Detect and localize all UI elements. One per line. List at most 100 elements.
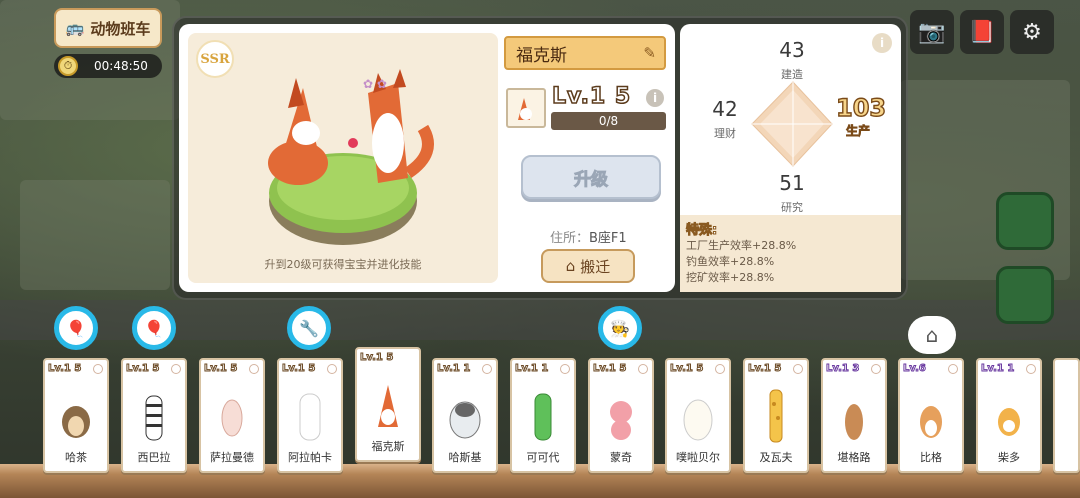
roster-card-selected[interactable]: Lv.1 5 福克斯 xyxy=(355,347,421,462)
chef-status-bubble[interactable]: 🧑‍🍳 xyxy=(598,306,642,350)
move-label: 搬迁 xyxy=(580,257,611,276)
side-building-button[interactable] xyxy=(996,192,1054,250)
card-name: 可可代 xyxy=(526,451,560,464)
camera-icon: 📷 xyxy=(918,19,946,45)
card-name: 萨拉曼德 xyxy=(210,451,254,464)
svg-text:✿ ✿: ✿ ✿ xyxy=(363,77,387,91)
location-pin-icon xyxy=(93,364,103,374)
card-level: Lv.1 5 xyxy=(359,352,394,364)
polar-bear-icon xyxy=(683,399,713,441)
upgrade-label: 升级 xyxy=(574,169,609,190)
salamander-icon xyxy=(221,399,243,437)
build-label: 建造 xyxy=(781,68,803,81)
crocodile-icon xyxy=(534,393,552,441)
roster-card[interactable]: Lv.1 5 西巴拉 xyxy=(121,358,187,473)
balloon-icon: 🎈 xyxy=(144,318,164,338)
finance-value: 42 xyxy=(712,97,738,121)
location-pin-icon xyxy=(948,364,958,374)
card-level: Lv.1 5 xyxy=(747,363,782,375)
experience-bar: 0/8 xyxy=(551,112,666,130)
shiba-icon xyxy=(998,408,1020,436)
stats-info-icon[interactable]: i xyxy=(872,33,892,53)
husky-icon xyxy=(449,401,481,439)
alpaca-icon xyxy=(299,393,321,441)
roster-card[interactable]: Lv.1 1 哈斯基 xyxy=(432,358,498,473)
tool-icon: 🔧 xyxy=(299,318,319,338)
card-name: 阿拉帕卡 xyxy=(288,451,332,464)
character-portrait xyxy=(506,88,546,128)
special-line: 挖矿效率+28.8% xyxy=(686,271,775,284)
special-line: 钓鱼效率+28.8% xyxy=(686,255,775,268)
card-name: 柴多 xyxy=(998,451,1020,464)
fox-illustration: ✿ ✿ xyxy=(268,69,434,245)
settings-button[interactable]: ⚙ xyxy=(1010,10,1054,54)
balloon-icon: 🎈 xyxy=(66,318,86,338)
timer-text: 00:48:50 xyxy=(94,59,148,73)
gear-icon: ⚙ xyxy=(1022,19,1042,45)
chef-hat-icon: 🧑‍🍳 xyxy=(610,318,630,338)
location-pin-icon xyxy=(793,364,803,374)
house-icon: ⌂ xyxy=(925,323,939,347)
card-level: Lv.1 1 xyxy=(514,363,549,375)
location-pin-icon xyxy=(327,364,337,374)
roster-card[interactable]: Lv.1 5 噗啦贝尔 xyxy=(665,358,731,473)
beagle-icon xyxy=(920,406,942,438)
build-value: 43 xyxy=(779,38,805,62)
roster-card-partial[interactable] xyxy=(1053,358,1080,473)
location-pin-icon xyxy=(560,364,570,374)
balloon-status-bubble[interactable]: 🎈 xyxy=(54,306,98,350)
roster-card[interactable]: Lv.1 1 可可代 xyxy=(510,358,576,473)
animal-bus-button[interactable]: 🚌 动物班车 xyxy=(54,8,162,48)
roster-card[interactable]: Lv.1 3 堪格路 xyxy=(821,358,887,473)
edit-pencil-icon[interactable]: ✎ xyxy=(643,44,656,62)
special-skills-panel: 特殊: 工厂生产效率+28.8% 钓鱼效率+28.8% 挖矿效率+28.8% xyxy=(680,215,901,292)
finance-label: 理财 xyxy=(714,127,736,140)
character-name: 福克斯 xyxy=(516,45,567,66)
giraffe-icon xyxy=(769,389,783,443)
monkey-icon xyxy=(610,401,632,440)
bus-label: 动物班车 xyxy=(90,19,151,38)
balloon-status-bubble[interactable]: 🎈 xyxy=(132,306,176,350)
experience-text: 0/8 xyxy=(598,114,619,128)
location-pin-icon xyxy=(171,364,181,374)
bus-timer: ⏱ 00:48:50 xyxy=(54,54,162,78)
book-button[interactable]: 📕 xyxy=(960,10,1004,54)
production-label: 生产 xyxy=(846,124,871,139)
roster-card[interactable]: Lv.1 5 阿拉帕卡 xyxy=(277,358,343,473)
work-status-bubble[interactable]: 🔧 xyxy=(287,306,331,350)
card-level: Lv.1 1 xyxy=(980,363,1015,375)
card-name: 西巴拉 xyxy=(137,451,171,464)
roster-card[interactable]: Lv.1 5 哈茶 xyxy=(43,358,109,473)
evolution-hint: 升到20级可获得宝宝并进化技能 xyxy=(264,258,422,271)
card-name: 福克斯 xyxy=(371,440,405,453)
house-status-bubble[interactable]: ⌂ xyxy=(908,316,956,354)
special-title: 特殊: xyxy=(686,223,718,239)
card-name: 哈斯基 xyxy=(448,451,482,464)
card-name: 噗啦贝尔 xyxy=(676,451,720,464)
roster-card[interactable]: Lv.6 比格 xyxy=(898,358,964,473)
bus-icon: 🚌 xyxy=(65,19,85,37)
camera-button[interactable]: 📷 xyxy=(910,10,954,54)
production-value: 103 xyxy=(835,93,887,122)
upgrade-button[interactable]: 升级 xyxy=(521,155,661,199)
side-vehicle-button[interactable] xyxy=(996,266,1054,324)
roster-card[interactable]: Lv.1 5 蒙奇 xyxy=(588,358,654,473)
card-level: Lv.6 xyxy=(903,363,927,375)
research-label: 研究 xyxy=(781,201,803,214)
card-level: Lv.1 5 xyxy=(281,363,316,375)
card-name: 及瓦夫 xyxy=(759,451,793,464)
location-pin-icon xyxy=(715,364,725,374)
character-name-field[interactable]: 福克斯 ✎ xyxy=(504,36,666,70)
roster-card[interactable]: Lv.1 5 及瓦夫 xyxy=(743,358,809,473)
research-value: 51 xyxy=(779,171,805,195)
card-name: 堪格路 xyxy=(837,451,871,464)
home-icon: ⌂ xyxy=(565,257,576,275)
fox-portrait-icon xyxy=(518,98,532,120)
level-info-icon[interactable]: i xyxy=(646,89,664,107)
roster-card[interactable]: Lv.1 5 萨拉曼德 xyxy=(199,358,265,473)
card-name: 比格 xyxy=(920,451,942,464)
roster-card[interactable]: Lv.1 1 柴多 xyxy=(976,358,1042,473)
move-button[interactable]: ⌂ 搬迁 xyxy=(541,249,635,283)
special-line: 工厂生产效率+28.8% xyxy=(686,239,797,252)
card-level: Lv.1 5 xyxy=(203,363,238,375)
